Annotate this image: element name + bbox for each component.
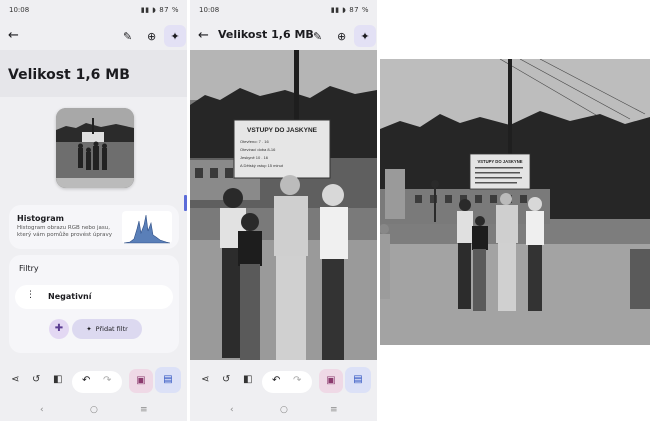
histogram-card[interactable]: Histogram Histogram obrazu RGB nebo jasu… <box>9 205 179 249</box>
battery-text: 87 % <box>159 6 179 14</box>
back-arrow-icon[interactable]: ← <box>8 28 19 43</box>
signal-icon: ▮▮ ◗ <box>140 6 160 14</box>
toolbar: ← Velikost 1,6 MB ✎ ⊕ ✦ <box>190 22 377 50</box>
filter-item-negative[interactable]: ⋮ Negativní <box>15 285 173 309</box>
scroll-indicator <box>184 195 187 211</box>
histogram-curve <box>123 214 171 244</box>
history-icon[interactable]: ↺ <box>32 374 40 385</box>
toolbar: ← ✎ ⊕ ✦ <box>0 22 187 50</box>
add-filter-label: Přidat filtr <box>95 325 128 333</box>
nav-home-icon[interactable]: ○ <box>90 405 98 415</box>
puzzle-button[interactable]: ✚ <box>49 319 69 339</box>
save-icon: ▤ <box>353 374 363 385</box>
page-title: Velikost 1,6 MB <box>8 67 130 83</box>
image-thumbnail[interactable] <box>56 108 134 188</box>
magic-wand-icon: ✦ <box>360 29 370 43</box>
zoom-icon[interactable]: ⊕ <box>337 30 346 43</box>
nav-home-icon[interactable]: ○ <box>280 405 288 415</box>
page-title: Velikost 1,6 MB <box>218 28 314 41</box>
filters-card: Filtry ⋮ Negativní ✚ ✦ Přidat filtr <box>9 255 179 353</box>
filter-label: Negativní <box>48 292 92 301</box>
sign-line-1: VSTUPY DO JASKYNE <box>477 159 522 164</box>
status-time: 10:08 <box>199 6 220 14</box>
system-nav-bar: ‹ ○ ≡ <box>190 402 377 421</box>
full-photo: VSTUPY DO JASKYNE <box>380 59 650 345</box>
save-as-button[interactable]: ▣ <box>129 369 153 393</box>
status-time: 10:08 <box>9 6 30 14</box>
histogram-description: Histogram obrazu RGB nebo jasu, který vá… <box>17 225 112 238</box>
status-bar: 10:08 ▮▮ ◗ 87 % <box>190 0 377 22</box>
history-icon[interactable]: ↺ <box>222 374 230 385</box>
nav-back-icon[interactable]: ‹ <box>40 405 44 415</box>
back-arrow-icon[interactable]: ← <box>198 28 209 43</box>
histogram-graph <box>122 211 172 244</box>
zoom-icon[interactable]: ⊕ <box>147 30 156 43</box>
image-save-icon: ▣ <box>136 375 146 386</box>
people-group <box>220 175 348 360</box>
nav-recents-icon[interactable]: ≡ <box>140 405 148 415</box>
thumbnail-photo <box>56 108 134 188</box>
save-as-button[interactable]: ▣ <box>319 369 343 393</box>
color-picker-icon[interactable]: ✎ <box>123 30 132 43</box>
compare-icon[interactable]: ◧ <box>243 374 252 385</box>
editor-screen-histogram: 10:08 ▮▮ ◗ 87 % ← ✎ ⊕ ✦ Velikost 1,6 MB … <box>0 0 187 421</box>
sign-line-2: Otevřeno: 7 . 16 <box>240 139 269 144</box>
magic-wand-button[interactable]: ✦ <box>354 25 376 47</box>
share-icon[interactable]: ⋖ <box>201 374 209 385</box>
magic-wand-icon: ✦ <box>86 325 92 333</box>
add-filter-button[interactable]: ✦ Přidat filtr <box>72 319 142 339</box>
image-preview[interactable]: VSTUPY DO JASKYNE Otevřeno: 7 . 16 Oteví… <box>190 50 377 360</box>
save-icon: ▤ <box>163 374 173 385</box>
save-button[interactable]: ▤ <box>345 367 371 393</box>
signal-icon: ▮▮ ◗ <box>330 6 350 14</box>
compare-icon[interactable]: ◧ <box>53 374 62 385</box>
redo-icon[interactable]: ↷ <box>293 375 301 386</box>
preview-photo: VSTUPY DO JASKYNE Otevřeno: 7 . 16 Oteví… <box>190 50 377 360</box>
full-photo-image: VSTUPY DO JASKYNE <box>380 59 650 345</box>
undo-redo-group: ↶ ↷ <box>262 371 312 393</box>
undo-icon[interactable]: ↶ <box>82 375 90 386</box>
filters-title: Filtry <box>19 264 39 273</box>
magic-wand-icon: ✦ <box>170 29 180 43</box>
magic-wand-button[interactable]: ✦ <box>164 25 186 47</box>
save-button[interactable]: ▤ <box>155 367 181 393</box>
bottom-action-bar: ⋖ ↺ ◧ ↶ ↷ ▣ ▤ <box>0 362 187 400</box>
histogram-title: Histogram <box>17 214 64 223</box>
undo-icon[interactable]: ↶ <box>272 375 280 386</box>
puzzle-icon: ✚ <box>54 323 64 334</box>
system-nav-bar: ‹ ○ ≡ <box>0 402 187 421</box>
status-bar: 10:08 ▮▮ ◗ 87 % <box>0 0 187 22</box>
undo-redo-group: ↶ ↷ <box>72 371 122 393</box>
nav-recents-icon[interactable]: ≡ <box>330 405 338 415</box>
editor-screen-preview: 10:08 ▮▮ ◗ 87 % ← Velikost 1,6 MB ✎ ⊕ ✦ … <box>190 0 377 421</box>
image-save-icon: ▣ <box>326 375 336 386</box>
bottom-action-bar: ⋖ ↺ ◧ ↶ ↷ ▣ ▤ <box>190 362 377 400</box>
redo-icon[interactable]: ↷ <box>103 375 111 386</box>
sign-line-3: Otevírací doba 8-16 <box>240 147 276 152</box>
color-picker-icon[interactable]: ✎ <box>313 30 322 43</box>
nav-back-icon[interactable]: ‹ <box>230 405 234 415</box>
sign-line-5: A Dětský vstup 15 minut <box>240 163 284 168</box>
sign-line-1: VSTUPY DO JASKYNE <box>247 127 318 134</box>
battery-text: 87 % <box>349 6 369 14</box>
more-vert-icon[interactable]: ⋮ <box>26 290 35 300</box>
sign-line-4: Jeskyně 10 . 16 <box>240 155 269 160</box>
share-icon[interactable]: ⋖ <box>11 374 19 385</box>
